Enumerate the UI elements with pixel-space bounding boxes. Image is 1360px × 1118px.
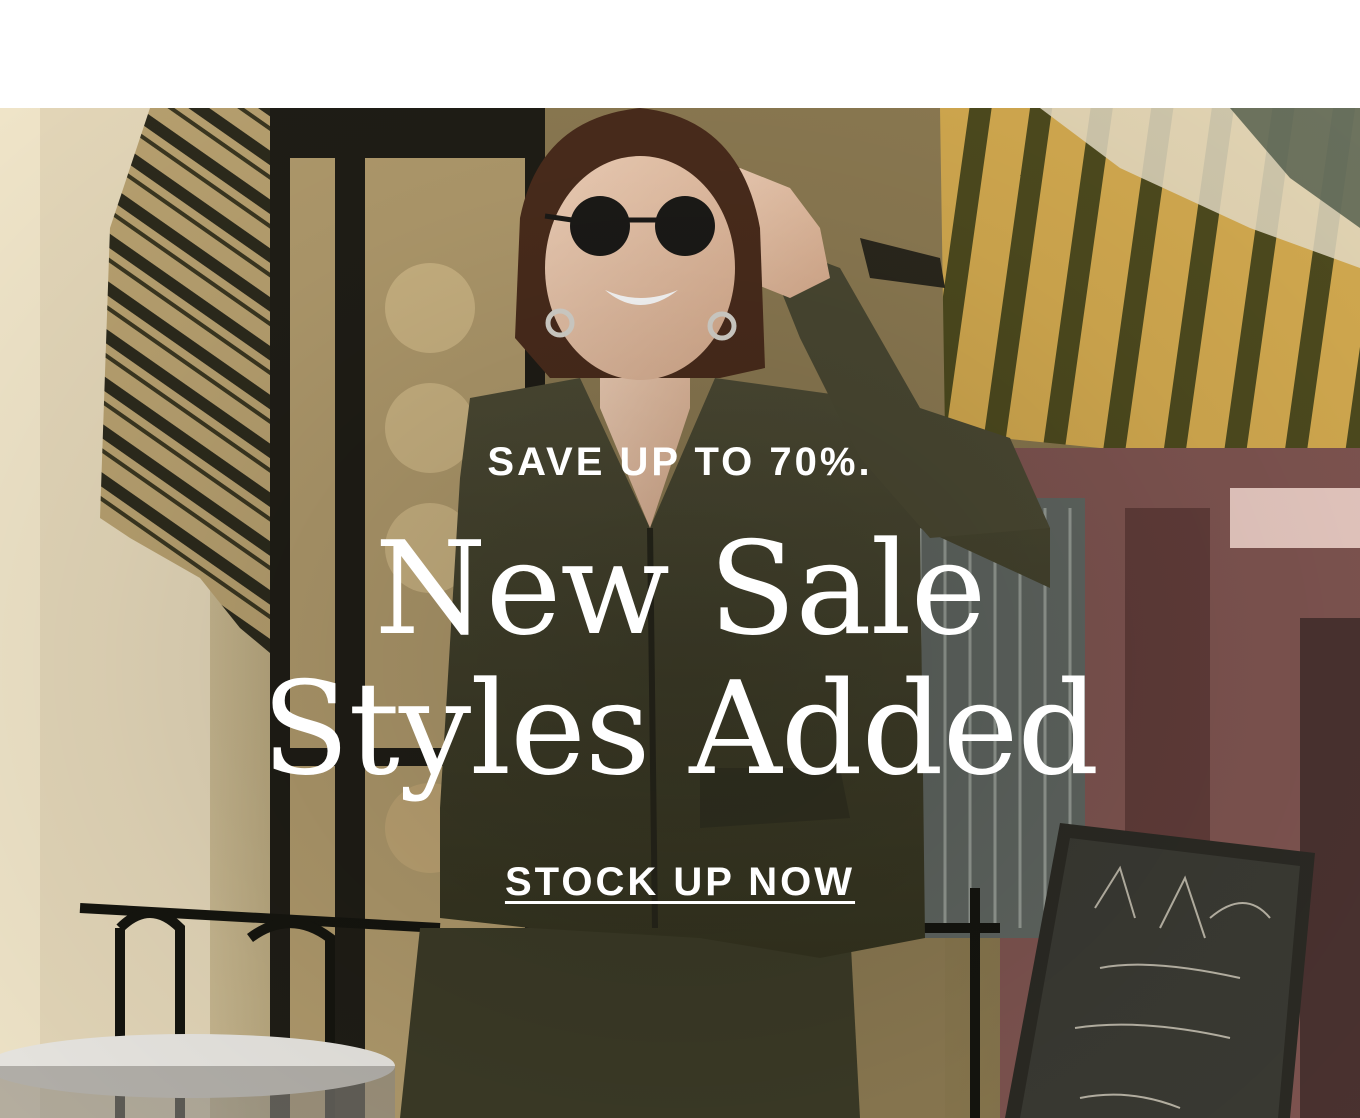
- hero-headline-line-2: Styles Added: [261, 655, 1100, 804]
- hero-banner[interactable]: SAVE UP TO 70%. New Sale Styles Added ST…: [0, 108, 1360, 1118]
- hero-eyebrow: SAVE UP TO 70%.: [487, 440, 873, 484]
- hero-headline-line-1: New Sale: [374, 515, 987, 664]
- top-header-space: [0, 0, 1360, 108]
- hero-headline: New Sale Styles Added: [0, 520, 1360, 800]
- stock-up-now-link[interactable]: STOCK UP NOW: [500, 858, 860, 906]
